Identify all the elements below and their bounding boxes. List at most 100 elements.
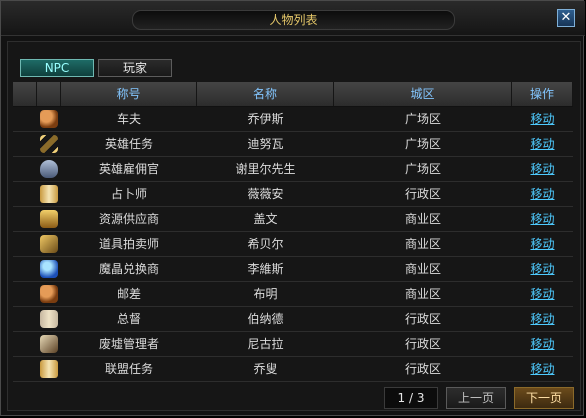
action-cell: 移动 xyxy=(512,207,573,231)
prev-page-button[interactable]: 上一页 xyxy=(446,387,506,409)
round-badge-icon xyxy=(40,285,58,303)
npc-district: 商业区 xyxy=(404,237,441,251)
move-link[interactable]: 移动 xyxy=(530,337,554,351)
action-cell: 移动 xyxy=(512,282,573,306)
npc-title: 邮差 xyxy=(116,287,141,301)
gem-icon xyxy=(40,260,58,278)
table-row: 车夫 乔伊斯 广场区 移动 xyxy=(13,107,573,132)
action-cell: 移动 xyxy=(512,257,573,281)
scroll-icon xyxy=(40,185,58,203)
npc-title: 总督 xyxy=(116,312,141,326)
move-link[interactable]: 移动 xyxy=(530,162,554,176)
move-link[interactable]: 移动 xyxy=(530,237,554,251)
npc-name: 伯纳德 xyxy=(247,312,284,326)
table-row: 总督 伯纳德 行政区 移动 xyxy=(13,307,573,332)
table-row: 废墟管理者 尼古拉 行政区 移动 xyxy=(13,332,573,357)
next-page-button[interactable]: 下一页 xyxy=(514,387,574,409)
character-list-window: 人物列表 ✕ NPC 玩家 称号 名称 城区 操作 车夫 乔伊斯 广场区 移动 英雄任务… xyxy=(0,0,585,416)
npc-name: 迪努瓦 xyxy=(247,137,284,151)
gold-coins-icon xyxy=(40,210,58,228)
close-button[interactable]: ✕ xyxy=(557,9,575,27)
crossed-swords-icon xyxy=(40,135,58,153)
close-icon: ✕ xyxy=(560,10,572,25)
row-spacer xyxy=(13,157,37,181)
row-spacer xyxy=(13,132,37,156)
row-icon-cell xyxy=(37,232,61,256)
header-name: 名称 xyxy=(197,82,334,106)
npc-title: 魔晶兑换商 xyxy=(98,262,159,276)
row-spacer xyxy=(13,332,37,356)
npc-title: 联盟任务 xyxy=(104,362,153,376)
action-cell: 移动 xyxy=(512,157,573,181)
header-district: 城区 xyxy=(334,82,512,106)
npc-district: 行政区 xyxy=(404,312,441,326)
paper-icon xyxy=(40,310,58,328)
action-cell: 移动 xyxy=(512,307,573,331)
move-link[interactable]: 移动 xyxy=(530,212,554,226)
page-indicator: 1 / 3 xyxy=(384,387,438,409)
move-link[interactable]: 移动 xyxy=(530,112,554,126)
content-panel: NPC 玩家 称号 名称 城区 操作 车夫 乔伊斯 广场区 移动 英雄任务 迪努瓦 广场区移… xyxy=(7,41,581,411)
npc-name: 尼古拉 xyxy=(247,337,284,351)
npc-title: 资源供应商 xyxy=(98,212,159,226)
tool-icon xyxy=(40,335,58,353)
npc-title: 道具拍卖师 xyxy=(98,237,159,251)
npc-title: 占卜师 xyxy=(110,187,147,201)
npc-name: 布明 xyxy=(253,287,278,301)
table-row: 邮差 布明 商业区 移动 xyxy=(13,282,573,307)
window-title: 人物列表 xyxy=(132,10,455,30)
move-link[interactable]: 移动 xyxy=(530,362,554,376)
npc-table: 称号 名称 城区 操作 车夫 乔伊斯 广场区 移动 英雄任务 迪努瓦 广场区 移动 英雄雇佣官谢… xyxy=(13,82,573,382)
npc-district: 广场区 xyxy=(404,137,441,151)
row-spacer xyxy=(13,257,37,281)
pager: 1 / 3 上一页 下一页 xyxy=(384,387,574,409)
row-spacer xyxy=(13,232,37,256)
row-spacer xyxy=(13,182,37,206)
tab-npc[interactable]: NPC xyxy=(20,59,94,77)
table-row: 道具拍卖师 希贝尔 商业区 移动 xyxy=(13,232,573,257)
move-link[interactable]: 移动 xyxy=(530,287,554,301)
action-cell: 移动 xyxy=(512,182,573,206)
table-row: 魔晶兑换商 李維斯 商业区 移动 xyxy=(13,257,573,282)
tab-players[interactable]: 玩家 xyxy=(98,59,172,77)
npc-title: 英雄雇佣官 xyxy=(98,162,159,176)
row-icon-cell xyxy=(37,207,61,231)
move-link[interactable]: 移动 xyxy=(530,137,554,151)
move-link[interactable]: 移动 xyxy=(530,312,554,326)
row-icon-cell xyxy=(37,257,61,281)
helmet-icon xyxy=(40,160,58,178)
npc-district: 广场区 xyxy=(404,162,441,176)
header-blank-2 xyxy=(37,82,61,106)
hammer-icon xyxy=(40,235,58,253)
table-row: 资源供应商 盖文 商业区 移动 xyxy=(13,207,573,232)
npc-name: 李維斯 xyxy=(247,262,284,276)
table-row: 英雄雇佣官 谢里尔先生 广场区 移动 xyxy=(13,157,573,182)
npc-name: 乔伊斯 xyxy=(247,112,284,126)
header-title: 称号 xyxy=(61,82,197,106)
action-cell: 移动 xyxy=(512,357,573,381)
npc-title: 英雄任务 xyxy=(104,137,153,151)
npc-name: 希贝尔 xyxy=(247,237,284,251)
tab-bar: NPC 玩家 xyxy=(20,59,172,79)
row-icon-cell xyxy=(37,332,61,356)
npc-district: 商业区 xyxy=(404,287,441,301)
npc-name: 谢里尔先生 xyxy=(235,162,296,176)
row-spacer xyxy=(13,107,37,131)
npc-district: 广场区 xyxy=(404,112,441,126)
npc-name: 薇薇安 xyxy=(247,187,284,201)
table-row: 占卜师 薇薇安 行政区 移动 xyxy=(13,182,573,207)
header-action: 操作 xyxy=(512,82,573,106)
table-row: 联盟任务 乔叟 行政区 移动 xyxy=(13,357,573,382)
move-link[interactable]: 移动 xyxy=(530,262,554,276)
npc-district: 行政区 xyxy=(404,187,441,201)
npc-title: 废墟管理者 xyxy=(98,337,159,351)
row-spacer xyxy=(13,207,37,231)
row-icon-cell xyxy=(37,132,61,156)
action-cell: 移动 xyxy=(512,107,573,131)
round-badge-icon xyxy=(40,110,58,128)
table-row: 英雄任务 迪努瓦 广场区 移动 xyxy=(13,132,573,157)
row-icon-cell xyxy=(37,357,61,381)
move-link[interactable]: 移动 xyxy=(530,187,554,201)
npc-title: 车夫 xyxy=(116,112,141,126)
row-spacer xyxy=(13,307,37,331)
